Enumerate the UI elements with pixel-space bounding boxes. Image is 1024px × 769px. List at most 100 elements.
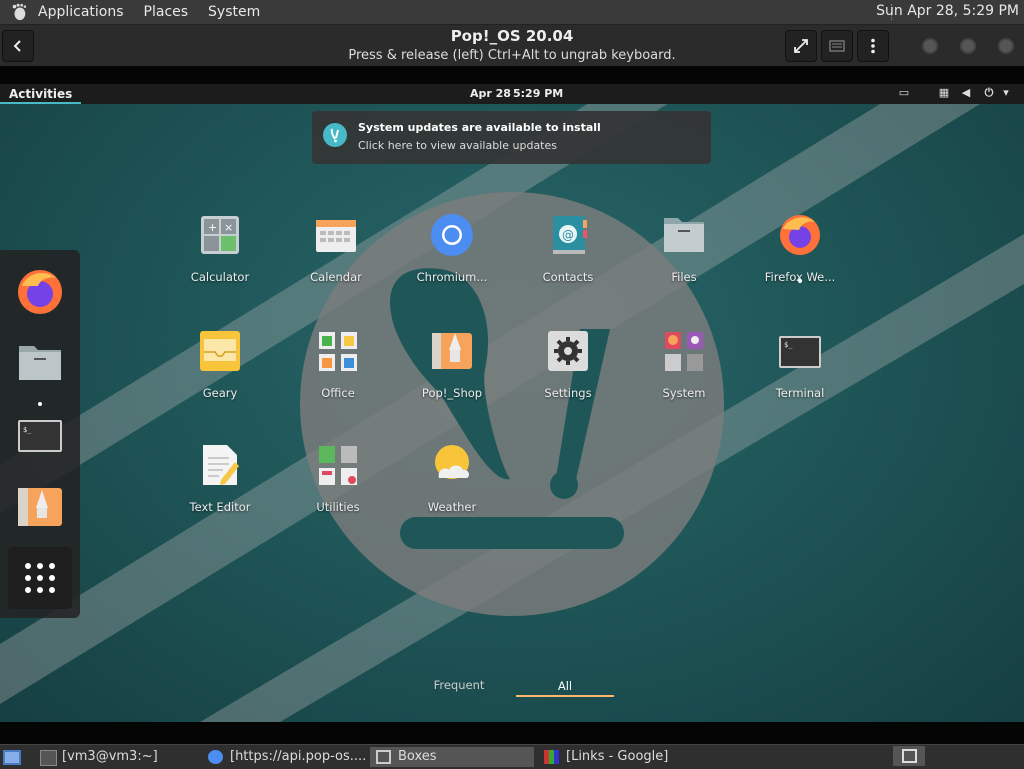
app-files[interactable]: Files: [634, 214, 734, 284]
app-terminal[interactable]: $_ Terminal: [750, 330, 850, 400]
office-folder-icon: [319, 332, 357, 371]
fullscreen-icon: [794, 39, 808, 53]
places-menu[interactable]: Places: [138, 4, 195, 20]
text-editor-icon: [203, 445, 239, 485]
app-label: Utilities: [316, 500, 360, 514]
dock-files[interactable]: [14, 336, 66, 388]
keyboard-layout-icon[interactable]: ▦: [938, 87, 950, 99]
menu-button[interactable]: [857, 30, 889, 62]
fullscreen-button[interactable]: [785, 30, 817, 62]
app-label: Text Editor: [189, 500, 251, 514]
kebab-menu-icon: [871, 38, 875, 54]
taskbar-label: [vm3@vm3:~]: [62, 749, 158, 764]
running-indicator: [38, 402, 42, 406]
settings-gear-icon: [548, 331, 588, 371]
taskbar-item-boxes[interactable]: Boxes: [370, 747, 534, 767]
dock-pop-shop[interactable]: [14, 480, 66, 532]
notification-title: System updates are available to install: [358, 121, 601, 134]
app-label: Pop!_Shop: [421, 386, 483, 400]
app-calendar[interactable]: Calendar: [286, 214, 386, 284]
selected-tab-underline: [516, 695, 614, 697]
host-clock[interactable]: Sun Apr 28, 5:29 PM: [876, 3, 1019, 19]
svg-text:×: ×: [224, 221, 233, 234]
links-icon: [544, 750, 559, 764]
running-indicator: [798, 279, 802, 283]
app-label: Calendar: [310, 270, 362, 284]
chevron-down-icon[interactable]: ▾: [1000, 87, 1012, 99]
svg-text:+: +: [208, 221, 217, 234]
vm-border-top: [0, 66, 1024, 84]
close-button[interactable]: [998, 38, 1014, 54]
boxes-icon: [376, 750, 391, 764]
svg-text:$_: $_: [23, 426, 32, 434]
update-notification[interactable]: System updates are available to install …: [312, 111, 711, 164]
vm-border-bottom: [0, 722, 1024, 744]
taskbar-label: Boxes: [398, 749, 437, 764]
app-contacts[interactable]: @ Contacts: [518, 214, 618, 284]
guest-screen[interactable]: Activities Apr 28 5:29 PM ▭ ▦ ◀ ⏻ ▾ Syst…: [0, 84, 1024, 722]
show-desktop-icon[interactable]: [2, 747, 22, 767]
power-icon[interactable]: ⏻: [983, 87, 995, 99]
app-geary[interactable]: Geary: [170, 330, 270, 400]
system-menu[interactable]: System: [202, 4, 266, 20]
app-chromium[interactable]: Chromium...: [402, 214, 502, 284]
gnome-foot-icon[interactable]: [10, 3, 28, 21]
contacts-icon: @: [553, 216, 587, 254]
pop-shop-icon: [432, 333, 472, 369]
guest-date[interactable]: Apr 28: [470, 87, 511, 100]
terminal-icon: $_: [18, 420, 62, 452]
taskbar-item-terminal[interactable]: [vm3@vm3:~]: [34, 747, 200, 767]
chromium-small-icon: [208, 750, 223, 764]
host-taskbar: [vm3@vm3:~] [https://api.pop-os.... Boxe…: [0, 744, 1024, 769]
volume-icon[interactable]: ◀: [960, 87, 972, 99]
pop-os-wallpaper: [0, 84, 1024, 722]
activities-button[interactable]: Activities: [0, 84, 82, 104]
app-office-folder[interactable]: Office: [288, 330, 388, 400]
app-calculator[interactable]: + × Calculator: [170, 214, 270, 284]
guest-top-bar: Activities Apr 28 5:29 PM ▭ ▦ ◀ ⏻ ▾: [0, 84, 1024, 104]
app-text-editor[interactable]: Text Editor: [170, 444, 270, 514]
calendar-icon: [316, 220, 356, 252]
svg-text:$_: $_: [784, 341, 793, 349]
host-top-panel: Applications Places System Sun Apr 28, 5…: [0, 0, 1024, 25]
display-icon[interactable]: ▭: [898, 87, 910, 99]
app-pop-shop[interactable]: Pop!_Shop: [402, 330, 502, 400]
keyboard-icon: [829, 40, 845, 52]
maximize-button[interactable]: [960, 38, 976, 54]
workspace-switcher[interactable]: [893, 746, 925, 766]
dock: $_: [0, 250, 80, 618]
applications-menu[interactable]: Applications: [32, 4, 130, 20]
app-utilities-folder[interactable]: Utilities: [288, 444, 388, 514]
files-icon: [664, 218, 704, 252]
taskbar-item-chromium[interactable]: [https://api.pop-os....: [202, 747, 368, 767]
app-label: Geary: [202, 386, 238, 400]
app-system-folder[interactable]: System: [634, 330, 734, 400]
tab-frequent[interactable]: Frequent: [419, 678, 499, 692]
taskbar-label: [Links - Google]: [566, 749, 669, 764]
dock-terminal[interactable]: $_: [14, 410, 66, 462]
svg-text:@: @: [562, 228, 574, 242]
taskbar-label: [https://api.pop-os....: [230, 749, 367, 764]
boxes-header-bar: Pop!_OS 20.04 Press & release (left) Ctr…: [0, 25, 1024, 67]
folder-icon: [19, 346, 61, 380]
app-label: Calculator: [190, 270, 250, 284]
app-label: Office: [321, 386, 355, 400]
keyboard-button[interactable]: [821, 30, 853, 62]
utilities-folder-icon: [319, 446, 357, 485]
tab-all[interactable]: All: [516, 679, 614, 693]
app-label: Chromium...: [416, 270, 488, 284]
pop-logo-icon: [323, 123, 347, 147]
minimize-button[interactable]: [922, 38, 938, 54]
app-label: Terminal: [775, 386, 825, 400]
terminal-small-icon: [40, 750, 57, 766]
chromium-icon: [431, 214, 473, 256]
show-applications-button[interactable]: [8, 547, 72, 609]
guest-time[interactable]: 5:29 PM: [513, 87, 563, 100]
dock-firefox[interactable]: [14, 266, 66, 318]
app-weather[interactable]: Weather: [402, 444, 502, 514]
app-settings[interactable]: Settings: [518, 330, 618, 400]
calculator-icon: + ×: [201, 216, 239, 254]
taskbar-item-links[interactable]: [Links - Google]: [538, 747, 704, 767]
app-label: Files: [671, 270, 697, 284]
app-firefox[interactable]: Firefox We...: [750, 214, 850, 284]
